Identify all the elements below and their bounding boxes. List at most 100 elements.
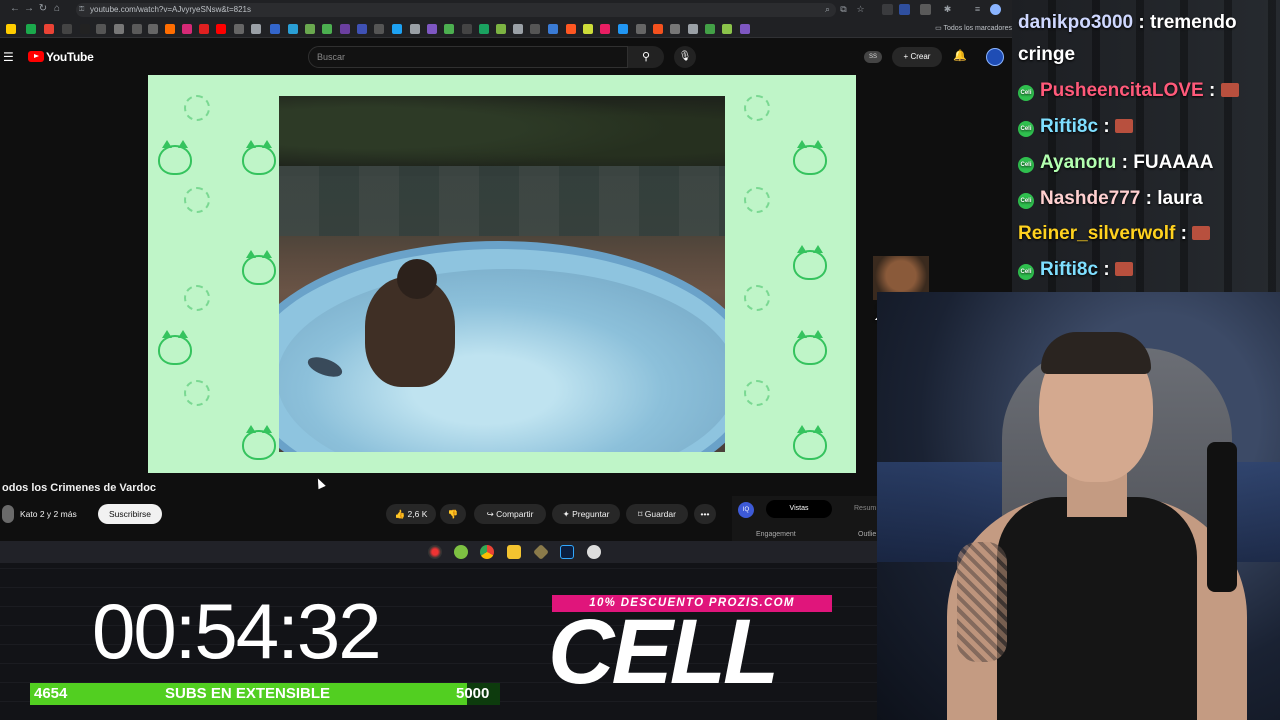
chat-username[interactable]: danikpo3000 (1018, 12, 1133, 33)
share-button[interactable]: ↪ Compartir (474, 504, 546, 524)
dislike-button[interactable]: 👎 (440, 504, 466, 524)
save-button[interactable]: ⌑ Guardar (626, 504, 688, 524)
bookmark-icon[interactable] (740, 24, 750, 34)
all-bookmarks-folder[interactable]: ▭ Todos los marcadores (935, 24, 1012, 32)
bookmark-icon[interactable] (462, 24, 472, 34)
channel-avatar[interactable] (2, 505, 14, 523)
bookmark-icon[interactable] (165, 24, 175, 34)
reload-icon[interactable]: ↻ (36, 2, 50, 16)
bookmark-icon[interactable] (705, 24, 715, 34)
bookmark-icon[interactable] (618, 24, 628, 34)
profile-icon[interactable] (990, 4, 1001, 15)
photoshop-icon[interactable] (560, 545, 574, 559)
youtube-bookmark-icon[interactable] (216, 24, 226, 34)
bookmark-icon[interactable] (6, 24, 16, 34)
tab-summary[interactable]: Resum (854, 505, 876, 512)
bookmark-icon[interactable] (374, 24, 384, 34)
extension-logo-icon[interactable]: IQ (738, 502, 754, 518)
gmail-icon[interactable] (44, 24, 54, 34)
bookmark-icon[interactable] (251, 24, 261, 34)
bookmark-icon[interactable] (530, 24, 540, 34)
bookmark-icon[interactable] (444, 24, 454, 34)
chat-username[interactable]: PusheencitaLOVE (1040, 80, 1204, 101)
x-icon[interactable] (62, 24, 72, 34)
tab-views[interactable]: Vistas (766, 500, 832, 518)
bookmark-icon[interactable] (392, 24, 402, 34)
bookmark-icon[interactable] (234, 24, 244, 34)
ss-badge[interactable]: SS (864, 51, 882, 63)
bookmark-icon[interactable] (653, 24, 663, 34)
url-field[interactable]: ⚿ youtube.com/watch?v=AJvyryeSNsw&t=821s (76, 3, 836, 17)
bookmark-icon[interactable] (270, 24, 280, 34)
chat-username[interactable]: Ayanoru (1040, 152, 1116, 173)
chat-message: Celi PusheencitaLOVE : (1018, 80, 1239, 102)
menu-icon[interactable]: ☰ (3, 50, 14, 64)
bookmark-icon[interactable] (479, 24, 489, 34)
subscribe-button[interactable]: Suscribirse (98, 504, 162, 524)
obs-icon[interactable] (428, 545, 442, 559)
chat-separator: : (1098, 259, 1115, 280)
bookmark-icon[interactable] (583, 24, 593, 34)
bookmark-icon[interactable] (670, 24, 680, 34)
back-icon[interactable]: ← (8, 2, 22, 16)
bookmark-icon[interactable] (548, 24, 558, 34)
chat-username[interactable]: Reiner_silverwolf (1018, 223, 1175, 244)
puzzle-icon[interactable]: ✱ (942, 4, 953, 15)
app-icon[interactable] (587, 545, 601, 559)
site-info-icon[interactable]: ⚿ (79, 3, 84, 17)
bookmark-icon[interactable] (340, 24, 350, 34)
search-icon[interactable]: ⚲ (628, 46, 664, 68)
extension-icon[interactable] (920, 4, 931, 15)
bookmark-icon[interactable] (688, 24, 698, 34)
tab-search-icon[interactable]: ≡ (972, 4, 983, 15)
bookmark-star-icon[interactable]: ☆ (855, 4, 866, 15)
more-actions-button[interactable]: ••• (694, 504, 716, 524)
instagram-icon[interactable] (182, 24, 192, 34)
bookmark-icon[interactable] (357, 24, 367, 34)
zoom-icon[interactable]: ⌕ (822, 4, 833, 15)
chat-username[interactable]: Rifti8c (1040, 116, 1098, 137)
chat-username[interactable]: Nashde777 (1040, 188, 1140, 209)
search-input[interactable]: Buscar (308, 46, 628, 68)
bookmark-icon[interactable] (566, 24, 576, 34)
bookmark-icon[interactable] (132, 24, 142, 34)
app-icon[interactable] (454, 545, 468, 559)
bookmark-icon[interactable] (96, 24, 106, 34)
youtube-logo-text[interactable]: YouTube (46, 50, 94, 64)
bookmark-icon[interactable] (410, 24, 420, 34)
bookmark-icon[interactable] (496, 24, 506, 34)
ask-button[interactable]: ✦ Preguntar (552, 504, 620, 524)
bookmark-icon[interactable] (288, 24, 298, 34)
bookmark-icon[interactable] (427, 24, 437, 34)
install-icon[interactable]: ⧉ (838, 4, 849, 15)
create-button[interactable]: + Crear (892, 47, 942, 67)
bookmark-icon[interactable] (322, 24, 332, 34)
chat-overlay: danikpo3000 : tremendo cringe Celi Pusheenc… (1012, 0, 1280, 292)
bookmark-icon[interactable] (199, 24, 209, 34)
microphone-icon[interactable]: 🎙 (674, 46, 696, 68)
tiktok-icon[interactable] (80, 24, 90, 34)
home-icon[interactable]: ⌂ (50, 2, 64, 16)
account-avatar[interactable] (986, 48, 1004, 66)
bookmark-icon[interactable] (513, 24, 523, 34)
app-icon[interactable] (533, 544, 549, 560)
video-frame[interactable] (279, 96, 725, 452)
bookmark-icon[interactable] (636, 24, 646, 34)
extension-icon[interactable] (882, 4, 893, 15)
video-player[interactable] (148, 75, 856, 473)
notifications-bell-icon[interactable]: 🔔 (953, 49, 967, 62)
chat-username[interactable]: Rifti8c (1040, 259, 1098, 280)
bookmark-icon[interactable] (114, 24, 124, 34)
bookmark-icon[interactable] (600, 24, 610, 34)
channel-name[interactable]: Kato 2 y 2 más (20, 509, 77, 519)
forward-icon[interactable]: → (22, 2, 36, 16)
youtube-logo-icon[interactable] (28, 51, 44, 62)
extension-icon[interactable] (899, 4, 910, 15)
bookmark-icon[interactable] (26, 24, 36, 34)
like-button[interactable]: 👍 2,6 K (386, 504, 436, 524)
download-icon[interactable] (148, 24, 158, 34)
chrome-icon[interactable] (480, 545, 494, 559)
bookmark-icon[interactable] (305, 24, 315, 34)
folder-icon[interactable] (507, 545, 521, 559)
bookmark-icon[interactable] (722, 24, 732, 34)
